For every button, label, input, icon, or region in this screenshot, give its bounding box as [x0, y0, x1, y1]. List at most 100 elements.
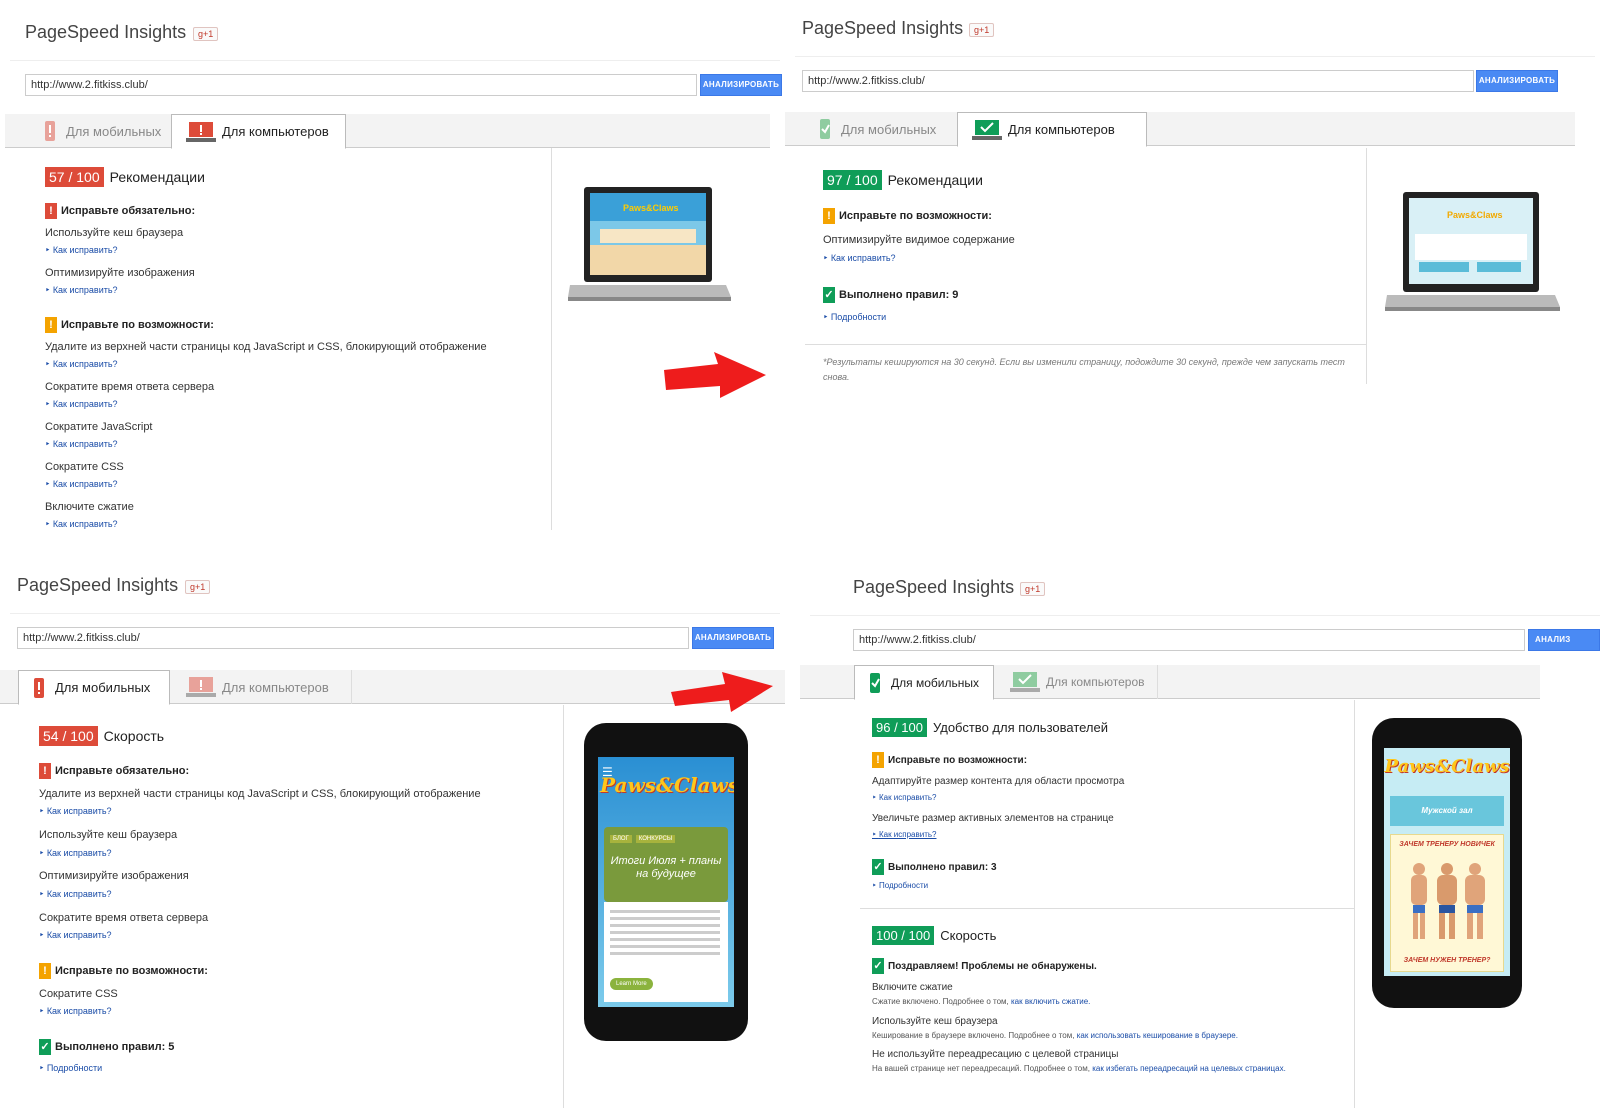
fix-link[interactable]: ‣ Как исправить?: [39, 848, 112, 859]
laptop-check-icon: [972, 119, 1002, 140]
exclamation-icon: !: [823, 208, 835, 224]
fix-link[interactable]: ‣ Как исправить?: [39, 930, 112, 941]
divider: [10, 613, 780, 614]
details-link[interactable]: ‣ Подробности: [823, 312, 886, 323]
fix-link[interactable]: ‣ Как исправить?: [872, 830, 936, 839]
rule-link[interactable]: как избегать переадресаций на целевых ст…: [1092, 1064, 1286, 1073]
page-title: PageSpeed Insights: [25, 22, 187, 42]
gplus-button[interactable]: g+1: [185, 580, 211, 594]
phone-warning-icon: [33, 677, 49, 698]
tab-desktop[interactable]: Для компьютеров: [171, 114, 346, 149]
gplus-button[interactable]: g+1: [969, 23, 995, 37]
url-input[interactable]: http://www.2.fitkiss.club/: [17, 627, 689, 649]
fix-link[interactable]: ‣ Как исправить?: [45, 285, 118, 296]
fix-link[interactable]: ‣ Как исправить?: [45, 359, 118, 370]
score-badge: 57 / 100: [45, 167, 104, 187]
fix-link[interactable]: ‣ Как исправить?: [39, 806, 112, 817]
rule-title: Включите сжатие: [872, 982, 953, 993]
rule-link[interactable]: как включить сжатие.: [1011, 997, 1090, 1006]
details-link[interactable]: ‣ Подробности: [872, 881, 928, 890]
fix-link[interactable]: ‣ Как исправить?: [823, 253, 896, 264]
passed-heading: ✓ Выполнено правил: 5: [39, 1039, 175, 1055]
gplus-button[interactable]: g+1: [193, 27, 219, 41]
tab-mobile[interactable]: Для мобильных: [30, 114, 170, 148]
url-input[interactable]: http://www.2.fitkiss.club/: [802, 70, 1474, 92]
fix-link[interactable]: ‣ Как исправить?: [45, 519, 118, 530]
laptop-check-icon: [1010, 672, 1040, 692]
phone-check-icon: [819, 119, 835, 139]
fix-link[interactable]: ‣ Как исправить?: [45, 439, 118, 450]
bodybuilders-image: [1411, 863, 1485, 939]
tab-desktop[interactable]: Для компьютеров: [996, 665, 1158, 699]
score-badge: 54 / 100: [39, 726, 98, 746]
rule-item: Увеличьте размер активных элементов на с…: [872, 813, 1114, 824]
consider-heading: ! Исправьте по возможности:: [39, 963, 208, 979]
analyze-button[interactable]: АНАЛИЗИРОВАТЬ: [700, 74, 782, 96]
phone-preview-image: ☰ Paws&Claws БЛОГ КОНКУРСЫ Итоги Июля + …: [584, 723, 748, 1041]
consider-heading: ! Исправьте по возможности:: [872, 752, 1027, 768]
analyze-button[interactable]: АНАЛИЗИРОВАТЬ: [1476, 70, 1558, 92]
panel-mobile-after: PageSpeed Insights g+1 http://www.2.fitk…: [800, 560, 1600, 1108]
ad-headline: ЗАЧЕМ ТРЕНЕРУ НОВИЧЕК: [1399, 841, 1495, 848]
rule-item: Адаптируйте размер контента для области …: [872, 776, 1125, 787]
rule-description: На вашей странице нет переадресаций. Под…: [872, 1064, 1286, 1073]
gym-banner[interactable]: Мужской зал: [1390, 796, 1504, 826]
analyze-button[interactable]: АНАЛИЗ: [1528, 629, 1600, 651]
column-divider: [551, 148, 552, 530]
rule-item: Используйте кеш браузера: [39, 829, 178, 841]
post-text-block: Learn More: [604, 902, 728, 1002]
rule-item: Оптимизируйте видимое содержание: [823, 234, 1015, 246]
exclamation-icon: !: [39, 763, 51, 779]
phone-preview-image: Paws&Claws Мужской зал ЗАЧЕМ ТРЕНЕРУ НОВ…: [1372, 718, 1522, 1008]
phone-warning-icon: [44, 121, 60, 141]
exclamation-icon: !: [39, 963, 51, 979]
laptop-warning-icon: [186, 121, 216, 142]
tab-mobile[interactable]: Для мобильных: [805, 112, 955, 146]
rule-item: Удалите из верхней части страницы код Ja…: [39, 788, 481, 800]
tab-desktop[interactable]: Для компьютеров: [957, 112, 1147, 147]
score-row: 54 / 100 Скорость: [39, 726, 164, 746]
tag[interactable]: БЛОГ: [610, 835, 632, 843]
tag[interactable]: КОНКУРСЫ: [635, 835, 676, 843]
fix-link[interactable]: ‣ Как исправить?: [872, 793, 936, 802]
url-input[interactable]: http://www.2.fitkiss.club/: [25, 74, 697, 96]
page-title: PageSpeed Insights: [853, 577, 1015, 597]
check-icon: ✓: [39, 1039, 51, 1055]
gplus-button[interactable]: g+1: [1020, 582, 1046, 596]
consider-heading: ! Исправьте по возможности:: [45, 317, 214, 333]
exclamation-icon: !: [45, 317, 57, 333]
url-input[interactable]: http://www.2.fitkiss.club/: [853, 629, 1525, 651]
fix-link[interactable]: ‣ Как исправить?: [45, 245, 118, 256]
svg-text:Paws&Claws: Paws&Claws: [1447, 210, 1503, 220]
fix-link[interactable]: ‣ Как исправить?: [45, 399, 118, 410]
fix-link[interactable]: ‣ Как исправить?: [45, 479, 118, 490]
fix-link[interactable]: ‣ Как исправить?: [39, 889, 112, 900]
tab-desktop[interactable]: Для компьютеров: [172, 670, 352, 704]
site-logo: Paws&Claws: [600, 773, 734, 797]
must-fix-heading: ! Исправьте обязательно:: [39, 763, 189, 779]
red-arrow-icon: [664, 352, 766, 398]
cache-note: *Результаты кешируются на 30 секунд. Есл…: [823, 357, 1345, 382]
rule-item: Удалите из верхней части страницы код Ja…: [45, 341, 487, 353]
rule-link[interactable]: как использовать кеширование в браузере.: [1077, 1031, 1238, 1040]
tab-mobile[interactable]: Для мобильных: [854, 665, 994, 700]
panel-desktop-before: PageSpeed Insights g+1 http://www.2.fitk…: [0, 0, 785, 530]
fix-link[interactable]: ‣ Как исправить?: [39, 1006, 112, 1017]
rule-item: Включите сжатие: [45, 501, 134, 513]
svg-text:Paws&Claws: Paws&Claws: [623, 203, 679, 213]
score-row: 57 / 100 Рекомендации: [45, 167, 205, 187]
ad-block: ЗАЧЕМ ТРЕНЕРУ НОВИЧЕК ЗАЧЕМ НУЖЕН ТРЕНЕР…: [1390, 834, 1504, 972]
score-badge: 97 / 100: [823, 170, 882, 190]
learn-more-button[interactable]: Learn More: [610, 978, 653, 990]
rule-item: Сократите время ответа сервера: [45, 381, 215, 393]
passed-heading: ✓ Выполнено правил: 9: [823, 287, 959, 303]
speed-score-row: 100 / 100 Скорость: [872, 926, 996, 945]
post-card: БЛОГ КОНКУРСЫ Итоги Июля + планы на буду…: [604, 827, 728, 902]
details-link[interactable]: ‣ Подробности: [39, 1063, 102, 1074]
analyze-button[interactable]: АНАЛИЗИРОВАТЬ: [692, 627, 774, 649]
score-row: 97 / 100 Рекомендации: [823, 170, 983, 190]
tab-mobile[interactable]: Для мобильных: [18, 670, 170, 705]
divider: [860, 908, 1354, 909]
rule-item: Используйте кеш браузера: [45, 227, 184, 239]
panel-desktop-after: PageSpeed Insights g+1 http://www.2.fitk…: [785, 0, 1600, 530]
